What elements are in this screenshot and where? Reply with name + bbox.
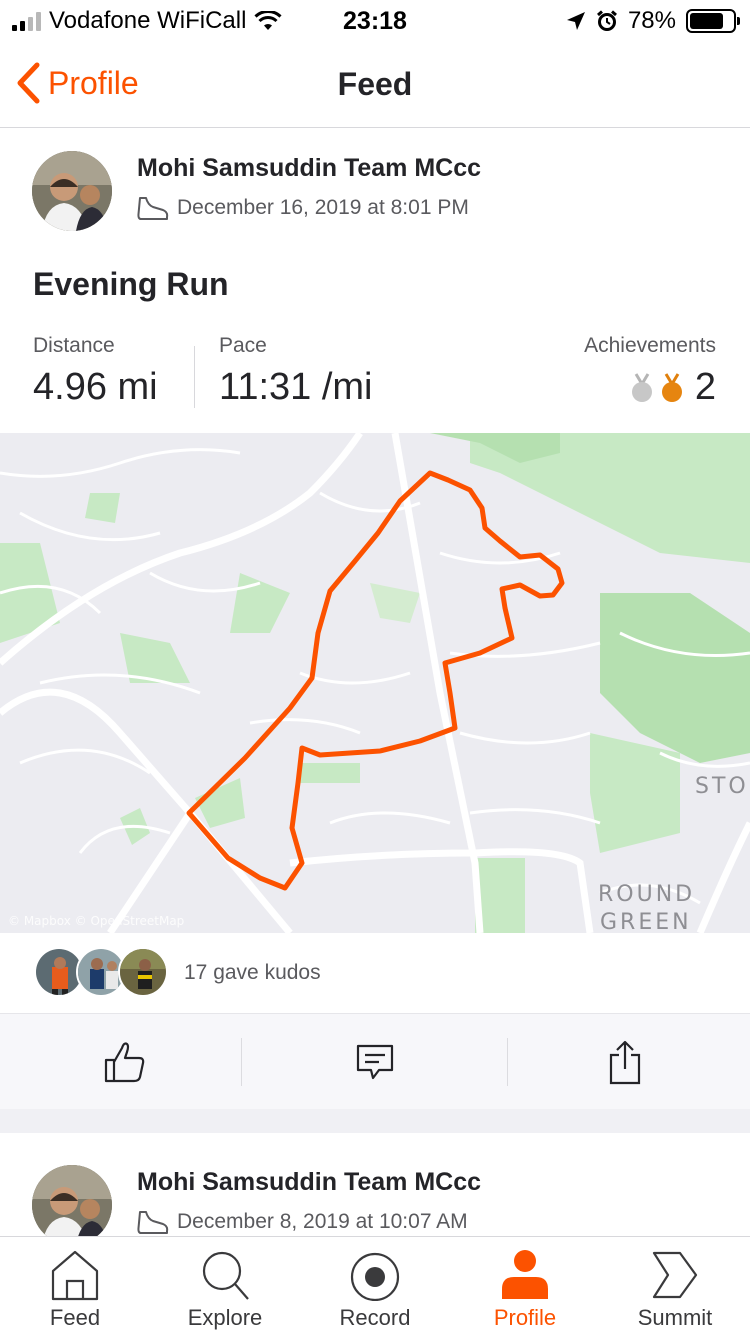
kudos-count: 17 gave kudos	[184, 961, 321, 984]
achievements-count: 2	[694, 366, 716, 408]
achievements: 2	[631, 366, 716, 409]
activity-date: December 16, 2019 at 8:01 PM	[137, 195, 469, 221]
tab-feed[interactable]: Feed	[0, 1237, 150, 1334]
kudos-row[interactable]: 17 gave kudos	[0, 933, 750, 1013]
page-title: Feed	[337, 66, 413, 102]
distance-label: Distance	[33, 334, 115, 357]
distance-value: 4.96 mi	[33, 366, 158, 408]
run-shoe-icon	[137, 197, 169, 220]
tab-record[interactable]: Record	[300, 1237, 450, 1334]
route-map-svg: STO ROUND GREEN © Mapbox © OpenStreetMap	[0, 433, 750, 933]
map-park	[85, 493, 120, 523]
athlete-name[interactable]: Mohi Samsuddin Team MCcc	[137, 154, 481, 183]
card-separator	[0, 1109, 750, 1133]
home-icon	[51, 1250, 99, 1301]
activity-title[interactable]: Evening Run	[33, 266, 229, 303]
battery-icon	[686, 9, 740, 33]
route-map[interactable]: STO ROUND GREEN © Mapbox © OpenStreetMap	[0, 433, 750, 933]
tab-label: Record	[339, 1305, 411, 1330]
next-activity-date: December 8, 2019 at 10:07 AM	[137, 1209, 468, 1235]
map-park	[300, 763, 360, 783]
summit-chevron-icon	[652, 1251, 698, 1299]
kudos-avatar	[118, 947, 168, 997]
map-park	[600, 593, 750, 763]
pace-value: 11:31 /mi	[219, 366, 373, 408]
search-icon	[202, 1251, 249, 1300]
tab-label: Summit	[637, 1305, 713, 1330]
bronze-medal-icon	[661, 372, 682, 402]
avatar-photo	[32, 1165, 112, 1245]
next-athlete-avatar[interactable]	[32, 1165, 112, 1245]
share-icon	[609, 1040, 641, 1085]
battery-percent: 78%	[627, 7, 676, 34]
thumbs-up-icon	[104, 1042, 145, 1083]
comment-button[interactable]	[250, 1014, 500, 1110]
battery-fill	[690, 13, 723, 29]
action-bar	[0, 1013, 750, 1109]
share-button[interactable]	[500, 1014, 750, 1110]
comment-icon	[356, 1044, 394, 1080]
location-arrow-icon	[566, 12, 585, 30]
map-label: GREEN	[600, 910, 692, 933]
record-icon	[350, 1252, 400, 1301]
tab-bar: Feed Explore Record Profile Summit	[0, 1236, 750, 1334]
status-bar: Vodafone WiFiCall 23:18 78%	[0, 0, 750, 42]
map-park	[590, 733, 680, 853]
map-label: STO	[695, 774, 749, 799]
status-right: 78%	[566, 7, 740, 35]
next-athlete-name[interactable]: Mohi Samsuddin Team MCcc	[137, 1168, 481, 1197]
athlete-avatar[interactable]	[32, 151, 112, 231]
tab-explore[interactable]: Explore	[150, 1237, 300, 1334]
kudos-button[interactable]	[0, 1014, 250, 1110]
map-park	[0, 543, 60, 643]
map-park	[370, 583, 420, 623]
map-park	[230, 573, 290, 633]
map-label: ROUND	[598, 882, 695, 907]
avatar-photo	[32, 151, 112, 231]
tab-label: Explore	[187, 1305, 263, 1330]
next-activity-date-text: December 8, 2019 at 10:07 AM	[177, 1210, 468, 1233]
tab-summit[interactable]: Summit	[600, 1237, 750, 1334]
stat-divider	[194, 346, 195, 408]
activity-date-text: December 16, 2019 at 8:01 PM	[177, 196, 469, 219]
person-icon	[502, 1250, 548, 1299]
silver-medal-icon	[631, 372, 652, 402]
navigation-bar: Profile Feed	[0, 42, 750, 128]
achievements-label: Achievements	[584, 334, 716, 357]
alarm-icon	[596, 10, 617, 31]
tab-label: Profile	[493, 1305, 557, 1330]
run-shoe-icon	[137, 1211, 169, 1234]
tab-label: Feed	[49, 1305, 101, 1330]
pace-label: Pace	[219, 334, 267, 357]
map-attribution: © Mapbox © OpenStreetMap	[8, 914, 184, 928]
tab-profile[interactable]: Profile	[450, 1237, 600, 1334]
action-divider	[241, 1038, 242, 1086]
